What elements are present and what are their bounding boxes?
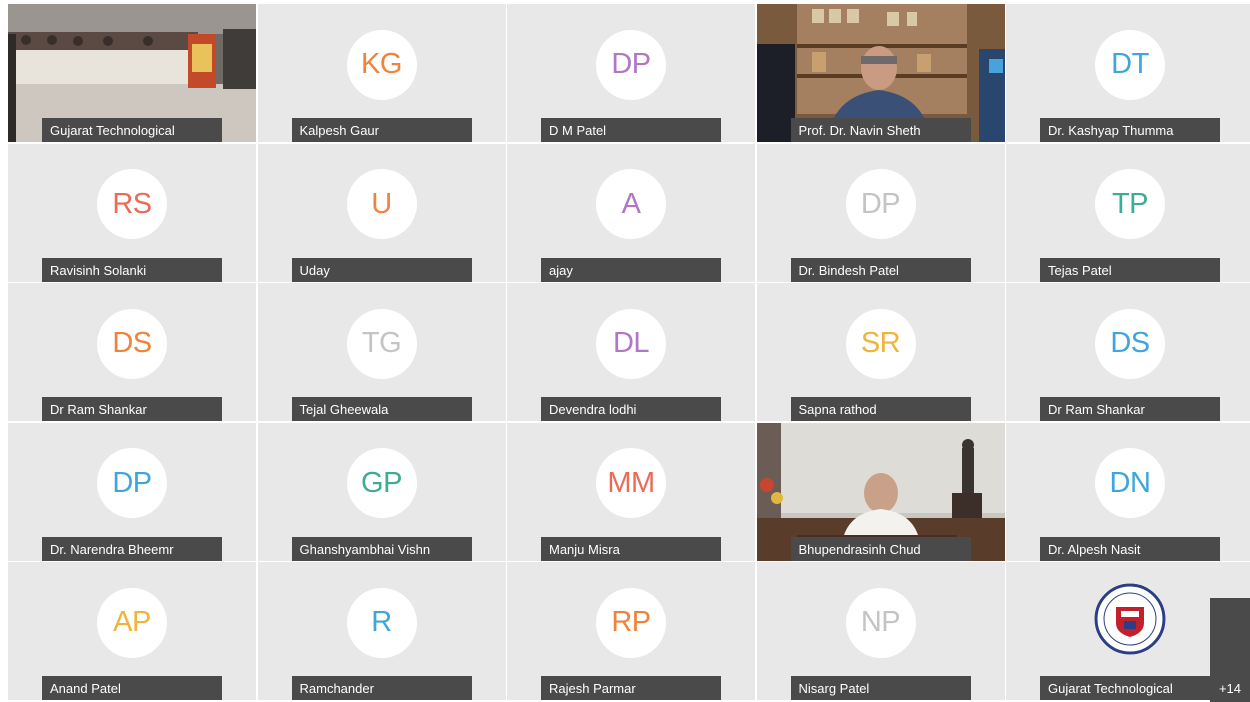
participant-name: Dr. Alpesh Nasit xyxy=(1040,536,1220,561)
participant-tile[interactable]: Bhupendrasinh Chud xyxy=(756,422,1005,561)
participant-tile[interactable]: RS Ravisinh Solanki xyxy=(8,143,256,282)
avatar-initials: GP xyxy=(346,448,417,519)
participant-name: Ramchander xyxy=(291,676,472,700)
participant-name: Dr Ram Shankar xyxy=(42,397,222,421)
avatar-initials: KG xyxy=(346,29,417,100)
participant-tile[interactable]: DP Dr. Narendra Bheemr xyxy=(8,422,256,561)
participant-tile[interactable]: KG Kalpesh Gaur xyxy=(257,4,506,142)
university-logo-icon xyxy=(1094,583,1166,655)
avatar-initials: DT xyxy=(1095,29,1165,100)
participant-tile[interactable]: TG Tejal Gheewala xyxy=(257,283,506,421)
participant-name: Tejas Patel xyxy=(1040,257,1220,282)
avatar-initials: DN xyxy=(1095,448,1165,519)
participant-tile[interactable]: R Ramchander xyxy=(257,562,506,700)
participant-tile[interactable]: TP Tejas Patel xyxy=(1006,143,1250,282)
participant-name: Sapna rathod xyxy=(790,397,971,421)
participant-tile[interactable]: DP Dr. Bindesh Patel xyxy=(756,143,1005,282)
avatar-initials: AP xyxy=(97,587,167,658)
participant-name: Dr. Narendra Bheemr xyxy=(42,536,222,561)
participant-tile[interactable]: AP Anand Patel xyxy=(8,562,256,700)
participant-name: Tejal Gheewala xyxy=(291,397,472,421)
avatar-initials: U xyxy=(346,169,417,240)
participant-name: Rajesh Parmar xyxy=(541,676,721,700)
avatar-initials: R xyxy=(346,587,417,658)
avatar-initials: TP xyxy=(1095,169,1165,240)
participant-tile[interactable]: DT Dr. Kashyap Thumma xyxy=(1006,4,1250,142)
participant-tile[interactable]: SR Sapna rathod xyxy=(756,283,1005,421)
participant-name: Dr Ram Shankar xyxy=(1040,397,1220,421)
participant-name: D M Patel xyxy=(541,118,721,142)
participant-name: Ghanshyambhai Vishn xyxy=(291,536,472,561)
participant-tile[interactable]: Aajay xyxy=(507,143,755,282)
avatar-initials: SR xyxy=(845,308,916,379)
participant-name: Ravisinh Solanki xyxy=(42,257,222,282)
participant-tile[interactable]: Gujarat Technological xyxy=(8,4,256,142)
participant-name: Manju Misra xyxy=(541,536,721,561)
avatar-initials: RP xyxy=(596,587,666,658)
avatar-initials: RS xyxy=(97,169,167,240)
avatar-initials: DL xyxy=(596,308,666,379)
participant-tile[interactable]: GP Ghanshyambhai Vishn xyxy=(257,422,506,561)
participant-name: Anand Patel xyxy=(42,676,222,700)
participant-name: Bhupendrasinh Chud xyxy=(790,536,971,561)
participant-tile[interactable]: DS Dr Ram Shankar xyxy=(8,283,256,421)
more-participants-label: +14 xyxy=(1218,681,1242,696)
participant-tile[interactable]: DN Dr. Alpesh Nasit xyxy=(1006,422,1250,561)
participant-tile[interactable]: MM Manju Misra xyxy=(507,422,755,561)
avatar-initials: DP xyxy=(845,169,916,240)
participant-name: Uday xyxy=(291,257,472,282)
participant-name: Devendra lodhi xyxy=(541,397,721,421)
avatar-initials: DP xyxy=(97,448,167,519)
participant-tile[interactable]: Prof. Dr. Navin Sheth xyxy=(756,4,1005,142)
participant-name: ajay xyxy=(541,257,721,282)
avatar-initials: TG xyxy=(346,308,417,379)
more-participants-button[interactable]: +14 xyxy=(1210,598,1250,702)
avatar-initials: MM xyxy=(596,448,666,519)
participant-name: Gujarat Technological xyxy=(42,118,222,142)
participant-tile[interactable]: DS Dr Ram Shankar xyxy=(1006,283,1250,421)
participant-tile[interactable]: NP Nisarg Patel xyxy=(756,562,1005,700)
avatar-initials: A xyxy=(596,169,666,240)
participant-name: Prof. Dr. Navin Sheth xyxy=(790,118,971,142)
participant-tile[interactable]: DP D M Patel xyxy=(507,4,755,142)
participant-name: Kalpesh Gaur xyxy=(291,118,472,142)
participant-tile[interactable]: RP Rajesh Parmar xyxy=(507,562,755,700)
participant-grid: Gujarat Technological KG Kalpesh Gaur DP D M… xyxy=(8,4,1250,700)
participant-tile[interactable]: U Uday xyxy=(257,143,506,282)
avatar-initials: DS xyxy=(97,308,167,379)
participant-name: Gujarat Technological xyxy=(1040,676,1220,700)
participant-tile[interactable]: DL Devendra lodhi xyxy=(507,283,755,421)
avatar-initials: NP xyxy=(845,587,916,658)
participant-name: Dr. Kashyap Thumma xyxy=(1040,118,1220,142)
avatar-initials: DP xyxy=(596,29,666,100)
participant-name: Dr. Bindesh Patel xyxy=(790,257,971,282)
avatar-initials: DS xyxy=(1095,308,1165,379)
participant-name: Nisarg Patel xyxy=(790,676,971,700)
